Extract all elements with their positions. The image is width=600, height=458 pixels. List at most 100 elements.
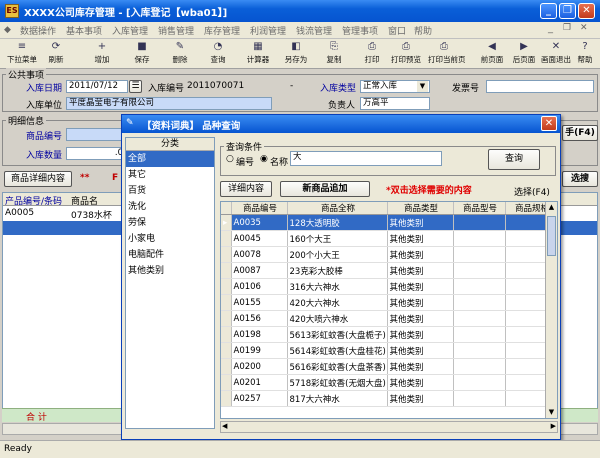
category-item[interactable]: 电脑配件 [126,247,214,263]
toolbar-save-button[interactable]: ■ 保存 [126,41,158,67]
table-row[interactable]: A0106 316大六神水 其他类别 [221,278,557,295]
table-row[interactable]: A0198 5613彩虹蚊香(大盘栀子) 其他类别 [221,326,557,343]
radio-code[interactable]: ○ [226,154,234,164]
inbound-qty-field[interactable]: .0 [66,147,126,160]
toolbar-prev-page-button[interactable]: ◀ 前页面 [476,41,508,67]
close-button[interactable]: ✕ [578,3,595,19]
category-item[interactable]: 劳保 [126,215,214,231]
toolbar-add-button[interactable]: + 增加 [86,41,118,67]
double-click-hint: *双击选择需要的内容 [386,186,472,196]
scroll-down-icon[interactable]: ▼ [546,407,557,418]
table-row[interactable]: A0087 23克彩大胶棒 其他类别 [221,262,557,279]
category-item[interactable]: 其它 [126,167,214,183]
category-item[interactable]: 全部 [126,151,214,167]
person-field[interactable]: 万高平 [360,97,430,110]
app-icon: ES [5,4,19,18]
toolbar-print-preview-button[interactable]: ⎙ 打印预览 [390,41,422,67]
minimize-button[interactable]: _ [540,3,557,19]
new-product-button[interactable]: 新商品追加 [280,181,370,197]
select-search-button[interactable]: 选搜 [562,171,598,187]
toolbar-save-as-button[interactable]: ◧ 另存为 [280,41,312,67]
scroll-right-icon[interactable]: ▶ [551,422,556,430]
menu-item-stock[interactable]: 库存管理 [204,24,240,37]
col-header-type[interactable]: 商品类型 [387,202,454,215]
title-bar: ES XXXX公司库存管理 - [入库登记【wba01】] _ ❐ ✕ [0,0,600,22]
toolbar-print-button[interactable]: ⎙ 打印 [356,41,388,67]
toolbar-next-page-button[interactable]: ▶ 后页面 [508,41,540,67]
product-hscrollbar[interactable]: ◀ ▶ [220,421,558,433]
col-header-fullname[interactable]: 商品全称 [287,202,388,215]
inbound-date-label: 入库日期 [26,84,63,94]
toolbar-exit-button[interactable]: ✕ 画面退出 [540,41,572,67]
table-row[interactable]: A0155 420大六神水 其他类别 [221,294,557,311]
table-row[interactable]: A0078 200个小大王 其他类别 [221,246,557,263]
menu-item-basic[interactable]: 基本事项 [66,24,102,37]
refresh-icon: ⟳ [51,41,61,52]
category-item[interactable]: 洗化 [126,199,214,215]
product-vscrollbar[interactable]: ▲ ▼ [545,202,557,418]
toolbar-print-page-button[interactable]: ⎙ 打印当前页 [428,41,466,67]
toolbar-query-button[interactable]: ◔ 查询 [202,41,234,67]
table-row[interactable]: A0200 5616彩虹蚊香(大盘茶香) 其他类别 [221,358,557,375]
mdi-restore-icon[interactable]: ❐ [563,23,571,33]
table-row[interactable]: A0201 5718彩虹蚊香(无烟大盘) 其他类别 [221,374,557,391]
menu-item-admin[interactable]: 管理事项 [342,24,378,37]
query-input[interactable]: 大 [290,151,442,166]
toolbar-refresh-button[interactable]: ⟳ 刷新 [40,41,72,67]
restore-button[interactable]: ❐ [559,3,576,19]
toolbar: ≡ 下拉菜单 ⟳ 刷新 + 增加 ■ 保存 ✎ 删除 ◔ 查询 ▦ 计算器 ◧ 另存为 ⎘ 复制 … [0,39,600,69]
mdi-minimize-icon[interactable]: _ [548,23,553,34]
toolbar-help-button[interactable]: ? 帮助 [572,41,598,67]
query-button[interactable]: 查询 [488,149,540,170]
scroll-left-icon[interactable]: ◀ [222,422,227,430]
status-bar: Ready [0,440,600,458]
scroll-thumb[interactable] [547,216,556,256]
add-icon: + [97,41,107,52]
table-row[interactable]: A0257 817大六神水 其他类别 [221,390,557,407]
menu-item-sales[interactable]: 销售管理 [158,24,194,37]
menu-item-cashflow[interactable]: 钱流管理 [296,24,332,37]
invoice-field[interactable] [486,80,594,93]
product-table[interactable]: 商品编号 商品全称 商品类型 商品型号 商品规格 ▸ A0035 128大透明胶 其他… [220,201,558,419]
toolbar-delete-button[interactable]: ✎ 删除 [164,41,196,67]
category-list[interactable]: 分类 全部 其它 百货 洗化 劳保 小家电 电脑配件 其他类别 [125,137,215,429]
menu-item-help[interactable]: 帮助 [414,24,432,37]
scroll-up-icon[interactable]: ▲ [546,202,557,213]
dialog-close-button[interactable]: ✕ [541,116,557,131]
category-item[interactable]: 小家电 [126,231,214,247]
inbound-unit-field[interactable]: 平度晶莹电子有限公司 [66,97,272,110]
required-mark: ** [80,173,90,183]
radio-name-selected[interactable]: ◉ [260,154,268,164]
print-page-icon: ⎙ [440,41,448,52]
product-grid: 商品编号 商品全称 商品类型 商品型号 商品规格 ▸ A0035 128大透明胶 其他… [221,202,557,407]
category-item[interactable]: 百货 [126,183,214,199]
category-item[interactable]: 其他类别 [126,263,214,279]
table-row[interactable]: ▸ A0035 128大透明胶 其他类别 [221,214,557,231]
detail-content-button[interactable]: 详细内容 [220,181,272,197]
menu-item-inbound[interactable]: 入库管理 [112,24,148,37]
category-header: 分类 [126,138,214,151]
menu-item-profit[interactable]: 利润管理 [250,24,286,37]
mdi-close-icon[interactable]: ✕ [580,23,588,33]
window-title: XXXX公司库存管理 - [入库登记【wba01】] [24,8,228,19]
radio-name-label: 名称 [270,158,289,168]
delete-icon: ✎ [175,41,185,52]
menu-item-data[interactable]: 数据操作 [20,24,56,37]
menu-item-window[interactable]: 窗口 [388,24,406,37]
table-row[interactable]: A0199 5614彩虹蚊香(大盘桂花) 其他类别 [221,342,557,359]
inbound-unit-label: 入库单位 [26,101,63,111]
toolbar-dropdown-menu-button[interactable]: ≡ 下拉菜单 [6,41,38,67]
inbound-date-field[interactable]: 2011/07/12 [66,80,128,93]
table-row[interactable]: A0045 160个大王 其他类别 [221,230,557,247]
toolbar-calculator-button[interactable]: ▦ 计算器 [242,41,274,67]
inbound-type-select[interactable]: 正常入库 ▼ [360,80,430,93]
toolbar-copy-button[interactable]: ⎘ 复制 [318,41,350,67]
table-row[interactable]: A0156 420大喷六神水 其他类别 [221,310,557,327]
col-header-code[interactable]: 商品编号 [231,202,288,215]
date-picker-button[interactable]: ☰ [129,80,142,93]
select-f4-button[interactable]: 手(F4) [562,125,598,141]
person-label: 负责人 [328,101,356,111]
col-header-model[interactable]: 商品型号 [453,202,506,215]
product-code-field[interactable] [66,128,126,141]
product-detail-tab[interactable]: 商品详细内容 [4,171,72,187]
